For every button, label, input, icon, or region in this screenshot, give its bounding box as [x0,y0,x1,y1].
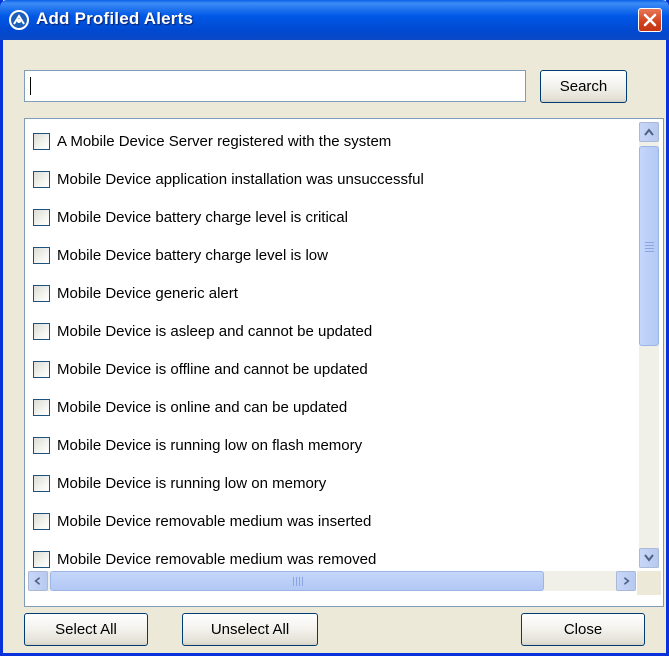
list-item[interactable]: Mobile Device removable medium was remov… [25,540,637,571]
scroll-up-button[interactable] [639,122,659,142]
chevron-up-icon [644,128,654,136]
alert-checkbox[interactable] [33,436,50,454]
list-item[interactable]: Mobile Device battery charge level is lo… [25,236,637,274]
close-window-button[interactable] [638,8,662,32]
list-item[interactable]: Mobile Device is running low on memory [25,464,637,502]
alert-label: Mobile Device is asleep and cannot be up… [57,322,373,340]
list-item[interactable]: Mobile Device removable medium was inser… [25,502,637,540]
chevron-left-icon [34,577,41,585]
list-item[interactable]: Mobile Device application installation w… [25,160,637,198]
close-icon [643,13,657,27]
alert-checkbox[interactable] [33,322,50,340]
list-item[interactable]: Mobile Device is offline and cannot be u… [25,350,637,388]
list-item[interactable]: Mobile Device is online and can be updat… [25,388,637,426]
title-bar[interactable]: Add Profiled Alerts [0,0,669,40]
scroll-right-button[interactable] [616,571,636,591]
alert-label: Mobile Device battery charge level is lo… [57,246,328,264]
list-item[interactable]: Mobile Device generic alert [25,274,637,312]
alert-checkbox[interactable] [33,474,50,492]
alert-checkbox[interactable] [33,550,50,568]
vertical-scrollbar[interactable] [639,122,659,568]
unselect-all-button[interactable]: Unselect All [182,613,318,646]
chevron-right-icon [623,577,630,585]
alert-label: Mobile Device is running low on memory [57,474,327,492]
horizontal-scrollbar[interactable] [28,571,636,591]
alert-checkbox[interactable] [33,208,50,226]
alert-label: Mobile Device is online and can be updat… [57,398,348,416]
chevron-down-icon [644,554,654,562]
text-caret [30,77,31,95]
select-all-button[interactable]: Select All [24,613,148,646]
scrollbar-corner [637,571,661,595]
scroll-left-button[interactable] [28,571,48,591]
alert-label: Mobile Device application installation w… [57,170,424,188]
alert-label: Mobile Device removable medium was inser… [57,512,372,530]
window-title: Add Profiled Alerts [36,9,194,28]
alert-label: Mobile Device generic alert [57,284,238,302]
alert-checkbox[interactable] [33,170,50,188]
close-button[interactable]: Close [521,613,645,646]
list-item[interactable]: Mobile Device is asleep and cannot be up… [25,312,637,350]
vertical-scroll-thumb[interactable] [639,146,659,346]
alert-checkbox[interactable] [33,132,50,150]
alert-checkbox[interactable] [33,284,50,302]
list-item[interactable]: Mobile Device is running low on flash me… [25,426,637,464]
alert-checkbox[interactable] [33,398,50,416]
list-item[interactable]: A Mobile Device Server registered with t… [25,122,637,160]
search-input[interactable] [24,70,526,102]
horizontal-scroll-thumb[interactable] [50,571,544,591]
scroll-down-button[interactable] [639,548,659,568]
alerts-list: A Mobile Device Server registered with t… [25,119,637,571]
alert-checkbox[interactable] [33,246,50,264]
alert-label: Mobile Device removable medium was remov… [57,550,377,568]
alert-label: Mobile Device is offline and cannot be u… [57,360,368,378]
search-button[interactable]: Search [540,70,627,103]
alerts-list-panel: A Mobile Device Server registered with t… [24,118,664,607]
alert-label: Mobile Device battery charge level is cr… [57,208,348,226]
list-item[interactable]: Mobile Device battery charge level is cr… [25,198,637,236]
alert-checkbox[interactable] [33,512,50,530]
alert-label: Mobile Device is running low on flash me… [57,436,363,454]
alert-label: A Mobile Device Server registered with t… [57,132,392,150]
app-logo-icon [9,10,29,30]
alert-checkbox[interactable] [33,360,50,378]
